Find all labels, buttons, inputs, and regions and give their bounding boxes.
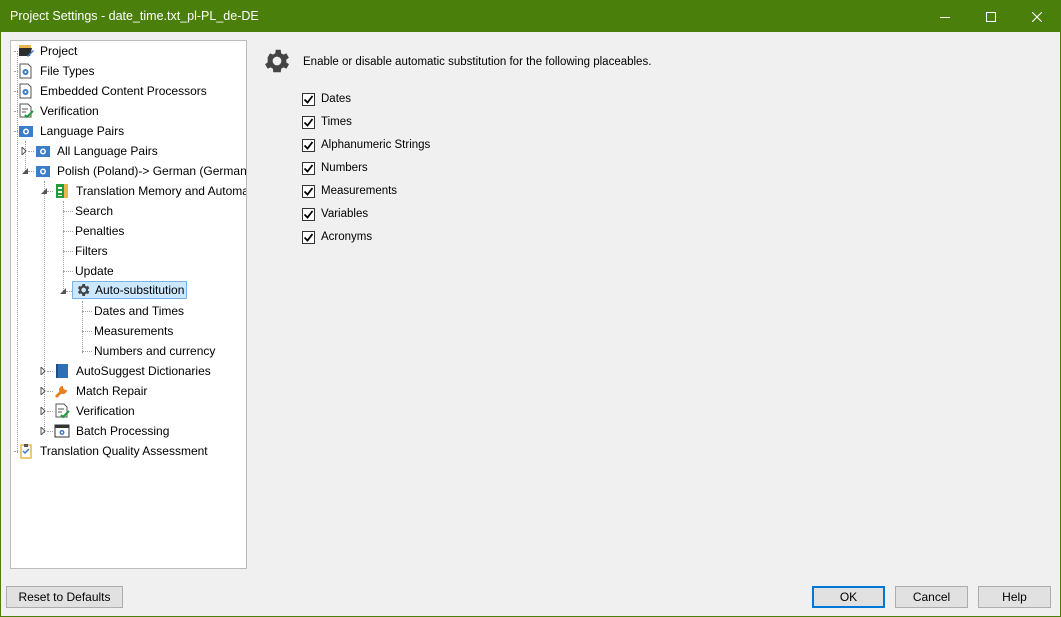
tree-item-batch-processing[interactable]: Batch Processing	[40, 422, 171, 440]
tree-item-translation-memory[interactable]: Translation Memory and Automat	[40, 182, 246, 200]
maximize-icon	[986, 11, 996, 22]
tree-item-filters[interactable]: Filters	[63, 242, 110, 260]
language-pair-icon	[35, 163, 51, 179]
checkbox-variables[interactable]: Variables	[302, 206, 368, 222]
tree-item-all-language-pairs[interactable]: All Language Pairs	[21, 142, 160, 160]
batch-processing-icon	[54, 423, 70, 439]
tree-item-auto-substitution[interactable]: Auto-substitution	[59, 281, 188, 299]
file-types-icon	[18, 63, 34, 79]
checkbox-box[interactable]	[302, 115, 315, 129]
gear-icon	[75, 282, 91, 298]
tree-item-language-pairs[interactable]: Language Pairs	[14, 122, 126, 140]
checkbox-box[interactable]	[302, 161, 315, 175]
close-icon	[1032, 11, 1042, 22]
checkbox-box[interactable]	[302, 92, 315, 106]
tree-item-update[interactable]: Update	[63, 262, 116, 280]
check-icon	[303, 209, 314, 219]
tqa-clipboard-icon	[18, 443, 34, 459]
tree-item-translation-quality-assessment[interactable]: Translation Quality Assessment	[14, 442, 210, 460]
checkbox-dates[interactable]: Dates	[302, 91, 351, 107]
tree-item-autosuggest-dictionaries[interactable]: AutoSuggest Dictionaries	[40, 362, 213, 380]
check-icon	[303, 140, 314, 150]
checkbox-box[interactable]	[302, 184, 315, 198]
checkbox-times[interactable]: Times	[302, 114, 352, 130]
minimize-button[interactable]	[922, 1, 968, 32]
translation-memory-icon	[54, 183, 70, 199]
reset-to-defaults-button[interactable]: Reset to Defaults	[6, 586, 123, 608]
close-button[interactable]	[1014, 1, 1060, 32]
verification-icon	[18, 103, 34, 119]
tree-item-search[interactable]: Search	[63, 202, 115, 220]
tree-item-project[interactable]: Project	[14, 42, 79, 60]
tree-item-embedded-content-processors[interactable]: Embedded Content Processors	[14, 82, 209, 100]
checkbox-box[interactable]	[302, 230, 315, 244]
checkbox-acronyms[interactable]: Acronyms	[302, 229, 372, 245]
cancel-button[interactable]: Cancel	[895, 586, 968, 608]
panel-description: Enable or disable automatic substitution…	[303, 56, 652, 68]
settings-tree[interactable]: Project File Types Embedded Content Proc…	[10, 40, 247, 569]
checkbox-box[interactable]	[302, 138, 315, 152]
tree-item-polish-german[interactable]: Polish (Poland)-> German (Germany)	[21, 162, 246, 180]
project-settings-dialog: Project Settings - date_time.txt_pl-PL_d…	[0, 0, 1061, 617]
checkbox-measurements[interactable]: Measurements	[302, 183, 397, 199]
wrench-icon	[54, 383, 70, 399]
verification-icon	[54, 403, 70, 419]
tree-item-numbers-and-currency[interactable]: Numbers and currency	[82, 342, 217, 360]
embedded-content-icon	[18, 83, 34, 99]
checkbox-alphanumeric-strings[interactable]: Alphanumeric Strings	[302, 137, 430, 153]
tree-item-match-repair[interactable]: Match Repair	[40, 382, 149, 400]
tree-item-file-types[interactable]: File Types	[14, 62, 96, 80]
language-pair-icon	[35, 143, 51, 159]
help-button[interactable]: Help	[978, 586, 1051, 608]
dictionary-icon	[54, 363, 70, 379]
checkbox-box[interactable]	[302, 207, 315, 221]
tree-item-verification-sub[interactable]: Verification	[40, 402, 137, 420]
auto-substitution-gear-icon	[265, 49, 289, 73]
check-icon	[303, 163, 314, 173]
tree-item-penalties[interactable]: Penalties	[63, 222, 126, 240]
check-icon	[303, 94, 314, 104]
project-folder-icon	[18, 43, 34, 59]
tree-item-verification[interactable]: Verification	[14, 102, 101, 120]
title-bar: Project Settings - date_time.txt_pl-PL_d…	[1, 1, 1061, 32]
language-pairs-icon	[18, 123, 34, 139]
tree-item-dates-and-times[interactable]: Dates and Times	[82, 302, 186, 320]
maximize-button[interactable]	[968, 1, 1014, 32]
minimize-icon	[940, 16, 950, 18]
check-icon	[303, 117, 314, 127]
check-icon	[303, 232, 314, 242]
check-icon	[303, 186, 314, 196]
tree-item-measurements[interactable]: Measurements	[82, 322, 175, 340]
window-title: Project Settings - date_time.txt_pl-PL_d…	[10, 9, 259, 23]
ok-button[interactable]: OK	[812, 586, 885, 608]
selection-highlight: Auto-substitution	[72, 281, 188, 299]
checkbox-numbers[interactable]: Numbers	[302, 160, 368, 176]
